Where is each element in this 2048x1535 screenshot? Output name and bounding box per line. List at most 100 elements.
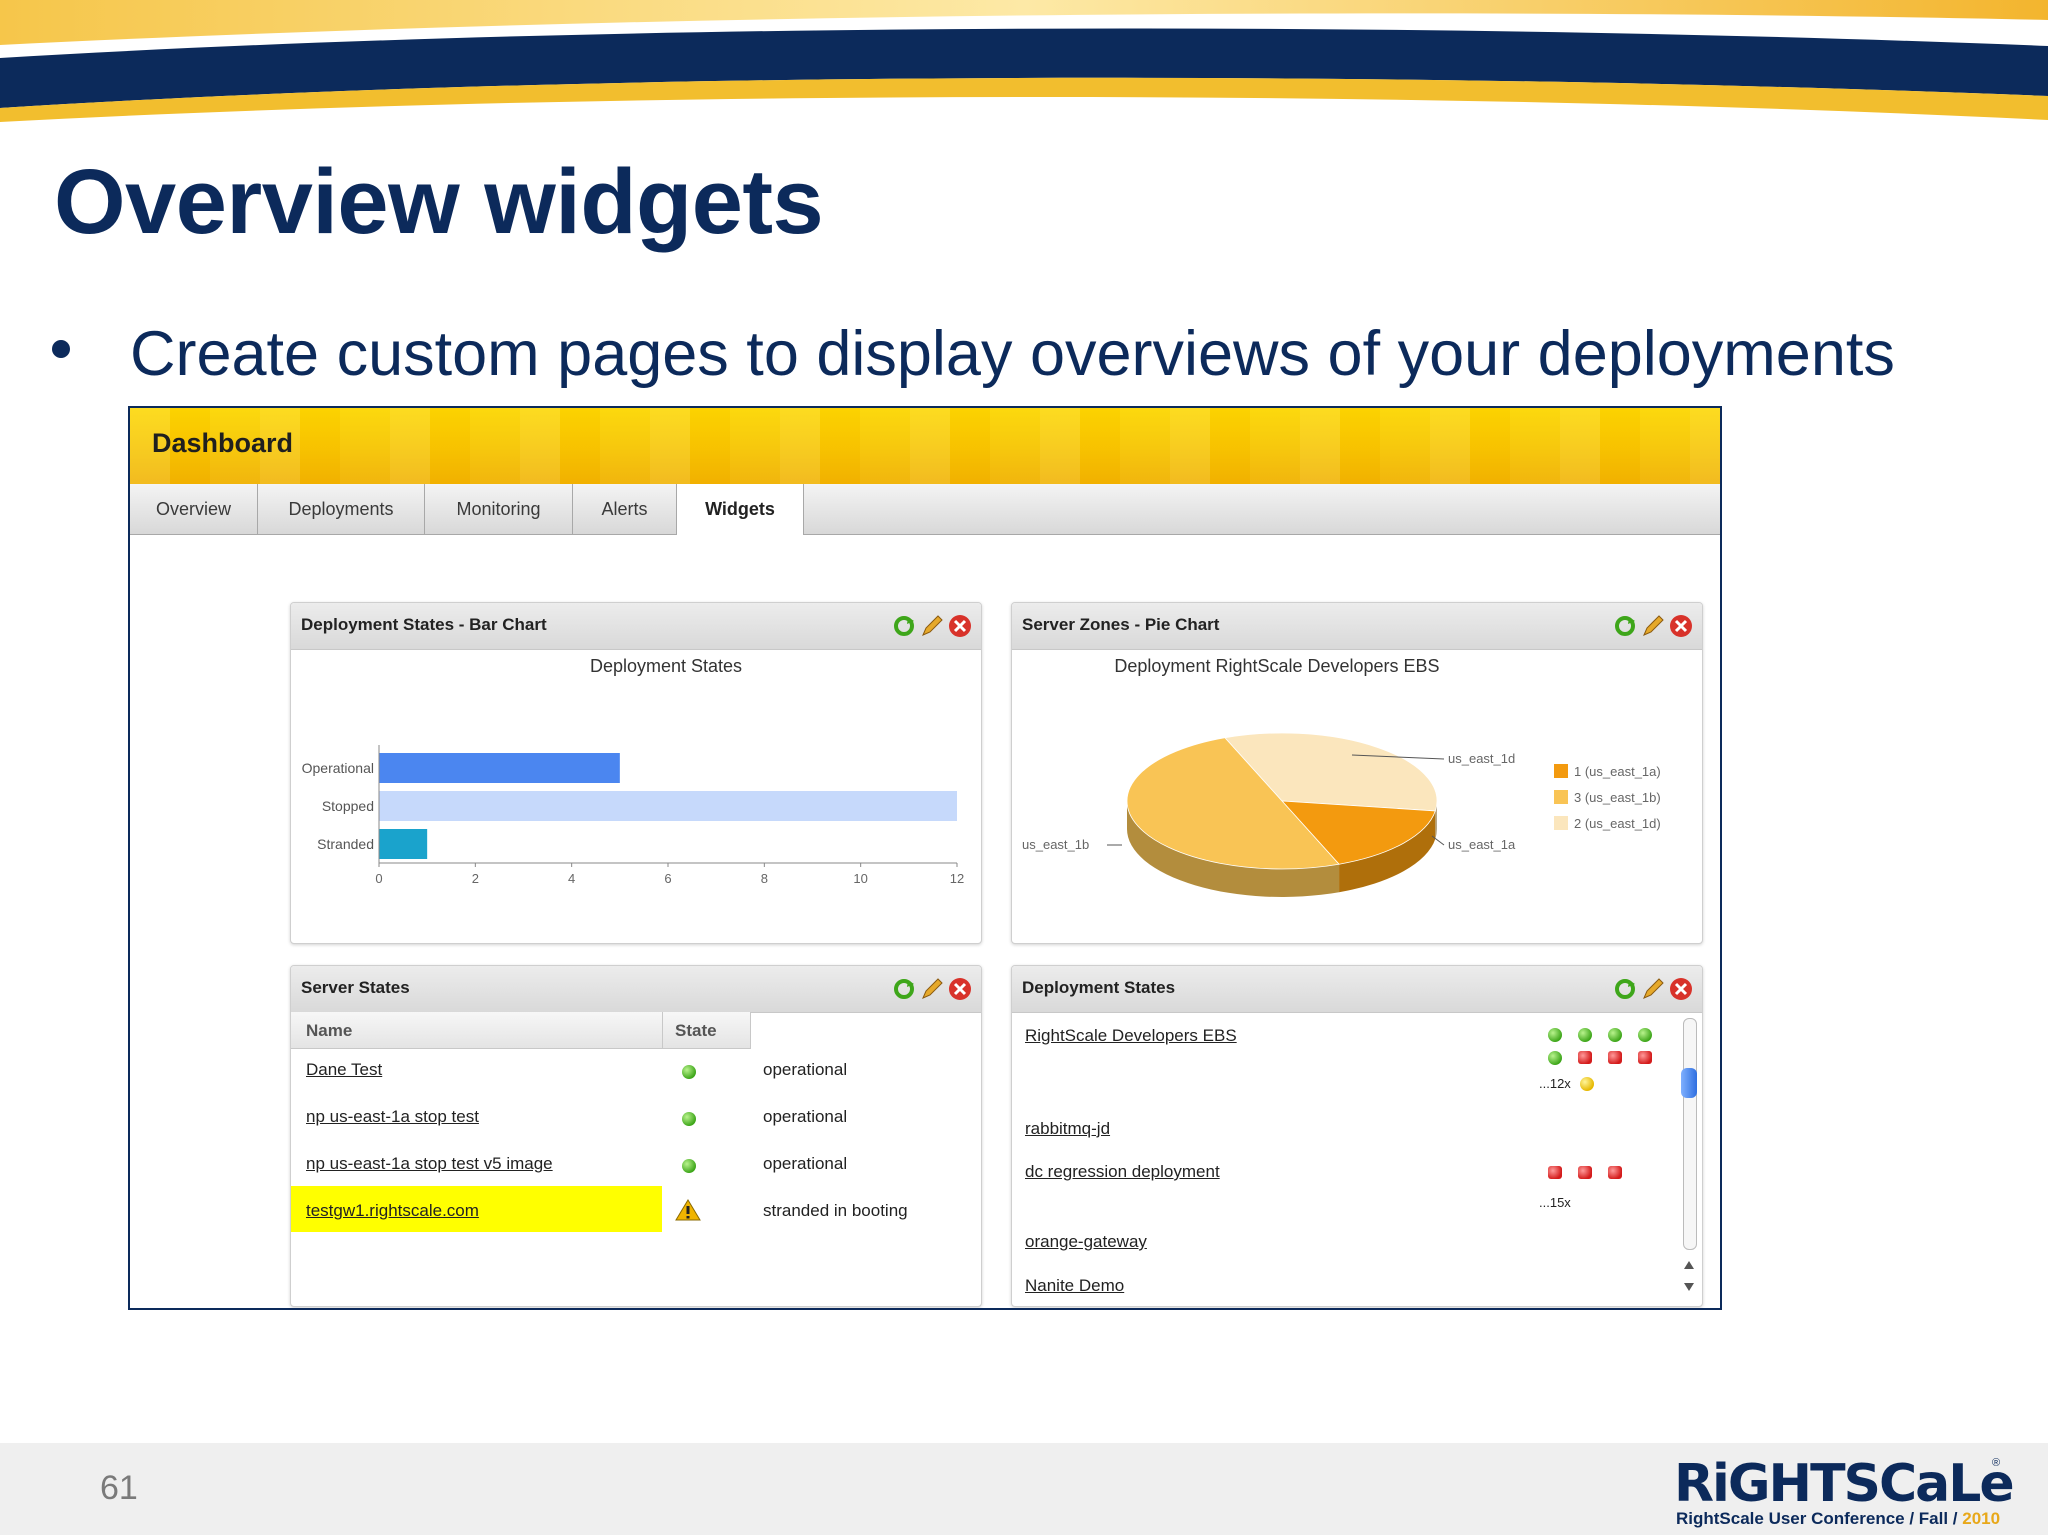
edit-pencil-icon[interactable] [1640, 613, 1666, 639]
server-zones-pie-chart: Deployment RightScale Developers EBS us_e… [1022, 656, 1661, 897]
widget-title: Server States [301, 978, 410, 997]
tab-overview[interactable]: Overview [130, 484, 258, 534]
server-link[interactable]: testgw1.rightscale.com [306, 1201, 479, 1221]
tab-bar: Overview Deployments Monitoring Alerts W… [130, 484, 1720, 535]
scroll-up-icon[interactable] [1682, 1258, 1696, 1272]
column-header-name[interactable]: Name [306, 1021, 352, 1041]
edit-pencil-icon[interactable] [919, 976, 945, 1002]
logo-wordmark: RiGHTSCaLe [1674, 1454, 2015, 1514]
logo-subtitle: RightScale User Conference / Fall / 2010 [1676, 1509, 2001, 1528]
dashboard-screenshot: Dashboard Overview Deployments Monitorin… [128, 406, 1722, 1310]
tab-monitoring[interactable]: Monitoring [425, 484, 573, 534]
deployment-states-bar-chart: Deployment States Operational Stopped Stran… [302, 656, 965, 886]
legend-entry: 2 (us_east_1d) [1574, 816, 1661, 831]
widget-header: Server Zones - Pie Chart [1012, 603, 1702, 650]
registered-mark: ® [1992, 1457, 2001, 1469]
bar-stranded [379, 829, 428, 859]
widget-title: Deployment States - Bar Chart [301, 615, 547, 634]
server-link[interactable]: np us-east-1a stop test [306, 1107, 479, 1127]
red-stopped-icon [1548, 1166, 1562, 1179]
close-icon[interactable] [947, 613, 973, 639]
server-state: stranded in booting [763, 1201, 908, 1220]
legend-swatch [1554, 790, 1568, 804]
tab-widgets[interactable]: Widgets [677, 484, 804, 535]
rightscale-logo: RiGHTSCaLe ® RightScale User Conference … [1674, 1457, 2015, 1528]
category-label: Operational [302, 760, 374, 776]
green-dot-icon [1638, 1028, 1652, 1042]
red-stopped-icon [1638, 1051, 1652, 1064]
legend-swatch [1554, 764, 1568, 778]
green-dot-icon [1548, 1051, 1562, 1065]
bullet-icon [52, 340, 70, 358]
deployment-states-widget: Deployment States RightScale Developers … [1011, 965, 1703, 1307]
refresh-icon[interactable] [891, 613, 917, 639]
slice-label: us_east_1d [1448, 751, 1515, 766]
x-tick-label: 4 [568, 871, 575, 886]
page-number: 61 [100, 1469, 138, 1507]
x-tick-label: 0 [375, 871, 382, 886]
tab-deployments[interactable]: Deployments [258, 484, 425, 534]
red-stopped-icon [1608, 1166, 1622, 1179]
column-header-state[interactable]: State [675, 1021, 717, 1041]
red-stopped-icon [1578, 1166, 1592, 1179]
server-state: operational [763, 1154, 848, 1173]
bar-chart-widget: Deployment States - Bar Chart Deployment… [290, 602, 982, 944]
dashboard-title: Dashboard [152, 428, 294, 458]
green-dot-icon [1608, 1028, 1622, 1042]
server-state: operational [763, 1060, 848, 1079]
refresh-icon[interactable] [1612, 976, 1638, 1002]
pie-chart-widget: Server Zones - Pie Chart Deployment Righ… [1011, 602, 1703, 944]
server-link[interactable]: Dane Test [306, 1060, 382, 1080]
deployment-link[interactable]: dc regression deployment [1025, 1162, 1220, 1182]
green-dot-icon [1578, 1028, 1592, 1042]
deployment-link[interactable]: RightScale Developers EBS [1025, 1026, 1237, 1046]
scroll-down-icon[interactable] [1682, 1280, 1696, 1294]
x-tick-label: 8 [761, 871, 768, 886]
table-header: Name State [291, 1012, 751, 1049]
edit-pencil-icon[interactable] [919, 613, 945, 639]
scrollbar[interactable] [1680, 1018, 1698, 1304]
widget-title: Server Zones - Pie Chart [1022, 615, 1220, 634]
green-dot-icon [682, 1159, 696, 1173]
deployment-link[interactable]: rabbitmq-jd [1025, 1119, 1110, 1139]
refresh-icon[interactable] [891, 976, 917, 1002]
close-icon[interactable] [947, 976, 973, 1002]
widget-header: Deployment States [1012, 966, 1702, 1013]
refresh-icon[interactable] [1612, 613, 1638, 639]
x-tick-label: 12 [950, 871, 964, 886]
legend-entry: 1 (us_east_1a) [1574, 764, 1661, 779]
scrollbar-thumb[interactable] [1681, 1068, 1697, 1098]
widget-title: Deployment States [1022, 978, 1176, 997]
widget-header: Deployment States - Bar Chart [291, 603, 981, 650]
slide-footer: 61 RiGHTSCaLe ® RightScale User Conferen… [0, 1443, 2048, 1535]
green-dot-icon [682, 1065, 696, 1079]
server-link[interactable]: np us-east-1a stop test v5 image [306, 1154, 553, 1174]
widget-header: Server States [291, 966, 981, 1013]
red-stopped-icon [1578, 1051, 1592, 1064]
deployment-link[interactable]: orange-gateway [1025, 1232, 1147, 1252]
slide-title: Overview widgets [54, 151, 824, 253]
chart-title: Deployment States [590, 656, 742, 676]
deployment-link[interactable]: Nanite Demo [1025, 1276, 1124, 1296]
bar-stopped [379, 791, 957, 821]
red-stopped-icon [1608, 1051, 1622, 1064]
bullet-text: Create custom pages to display overviews… [130, 319, 1895, 389]
server-count-label: ...15x [1539, 1195, 1571, 1210]
tab-alerts[interactable]: Alerts [573, 484, 677, 534]
close-icon[interactable] [1668, 976, 1694, 1002]
bar-operational [379, 753, 620, 783]
legend-entry: 3 (us_east_1b) [1574, 790, 1661, 805]
close-icon[interactable] [1668, 613, 1694, 639]
green-dot-icon [1548, 1028, 1562, 1042]
x-tick-label: 10 [853, 871, 867, 886]
yellow-dot-icon [1580, 1077, 1594, 1091]
green-dot-icon [682, 1112, 696, 1126]
warning-icon [675, 1199, 701, 1221]
category-label: Stopped [322, 798, 374, 814]
category-label: Stranded [317, 836, 374, 852]
chart-title: Deployment RightScale Developers EBS [1114, 656, 1439, 676]
dashboard-header: Dashboard [130, 408, 1720, 484]
x-tick-label: 2 [472, 871, 479, 886]
edit-pencil-icon[interactable] [1640, 976, 1666, 1002]
server-count-label: ...12x [1539, 1076, 1571, 1091]
